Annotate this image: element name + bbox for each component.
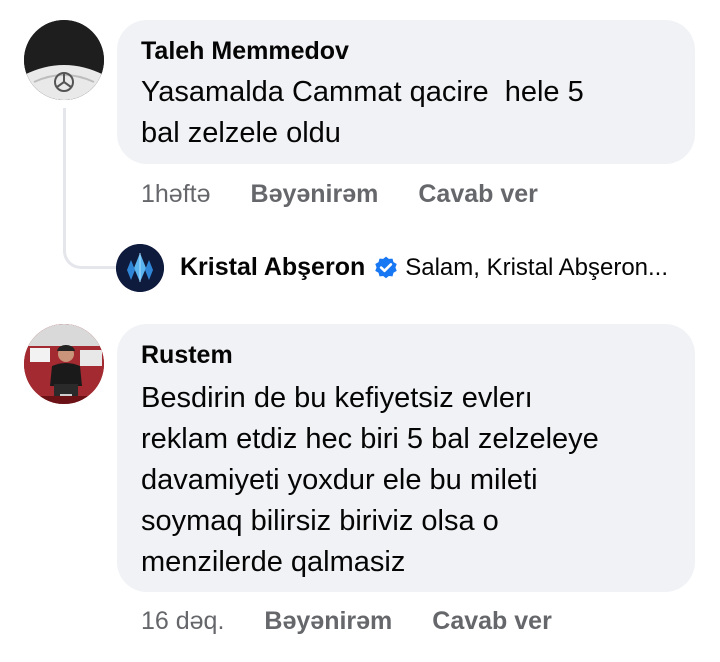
comment-bubble-taleh: Taleh Memmedov Yasamalda Cammat qacire h… [117,20,695,164]
comment-author[interactable]: Rustem [141,340,671,370]
comment-bubble-rustem: Rustem Besdirin de bu kefiyetsiz evlerı … [117,324,695,592]
verified-badge-icon [375,256,397,278]
comment-author[interactable]: Taleh Memmedov [141,36,671,66]
comment-time[interactable]: 1həftə [141,180,211,209]
reply-snippet: Salam, Kristal Abşeron... [405,253,669,281]
reply-thread-line [63,108,116,269]
reply-button[interactable]: Cavab ver [418,180,538,209]
like-button[interactable]: Bəyənirəm [251,180,379,209]
reply-preview[interactable]: Kristal Abşeron Salam, Kristal Abşeron..… [180,253,668,282]
dark-car-logo-avatar-icon [24,20,104,100]
comment-time[interactable]: 16 dəq. [141,607,224,636]
like-button[interactable]: Bəyənirəm [264,607,392,636]
comment-actions-rustem: 16 dəq. Bəyənirəm Cavab ver [141,607,552,636]
person-photo-avatar-icon [24,324,104,404]
comment-actions-taleh: 1həftə Bəyənirəm Cavab ver [141,180,538,209]
comments-page: Taleh Memmedov Yasamalda Cammat qacire h… [0,0,720,662]
comment-text: Yasamalda Cammat qacire hele 5 bal zelze… [141,76,584,149]
reply-author[interactable]: Kristal Abşeron [180,253,365,282]
kristal-crystal-logo-icon [116,244,164,292]
comment-text: Besdirin de bu kefiyetsiz evlerı reklam … [141,382,599,578]
avatar-taleh[interactable] [24,20,104,100]
avatar-rustem[interactable] [24,324,104,404]
reply-button[interactable]: Cavab ver [432,607,552,636]
kristal-avatar[interactable] [116,244,164,292]
